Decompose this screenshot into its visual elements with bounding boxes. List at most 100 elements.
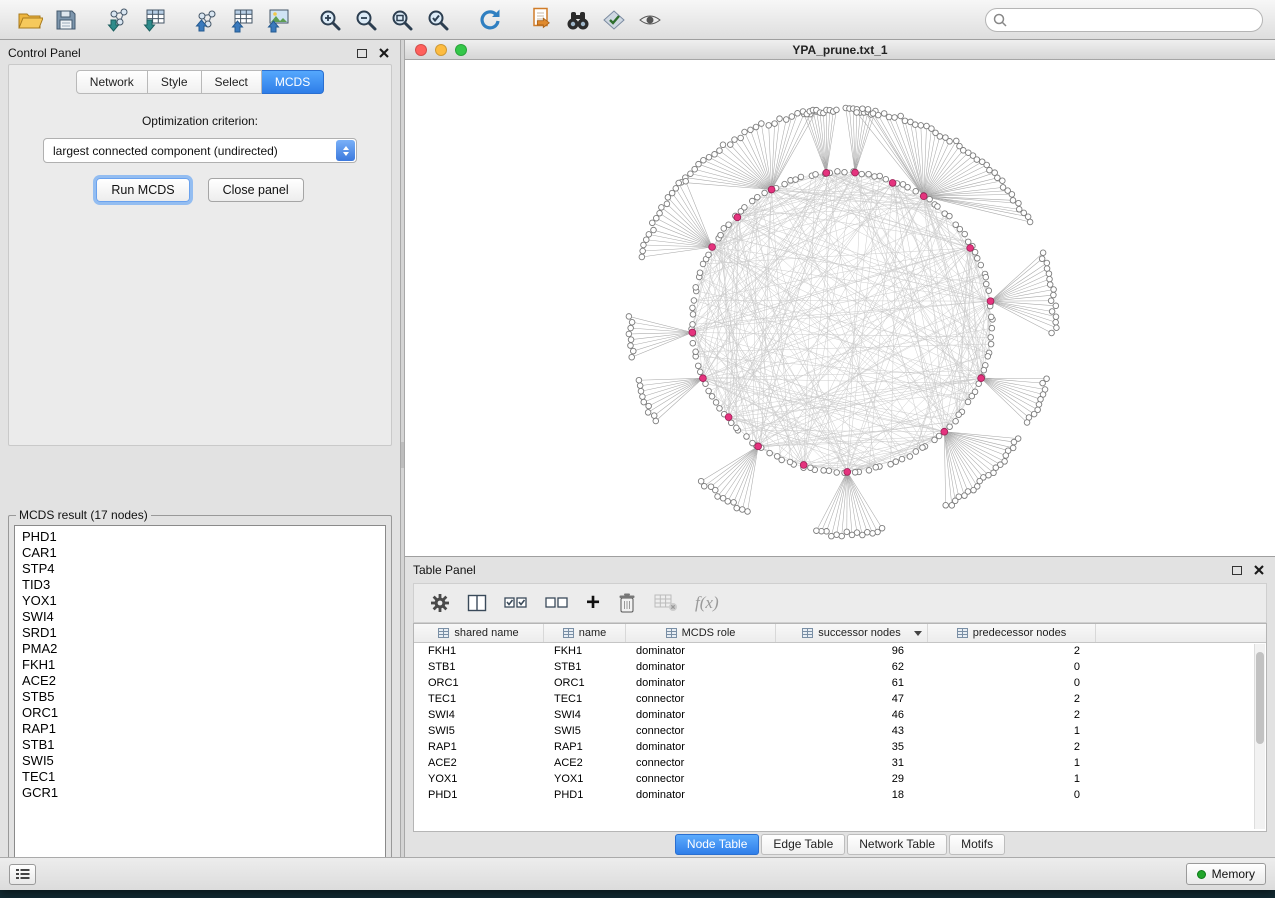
float-table-panel-button[interactable] [1232,566,1242,575]
table-row[interactable]: SWI4SWI4dominator462 [414,707,1266,723]
table-cell: 96 [776,645,928,657]
maximize-window-icon[interactable] [455,44,467,56]
column-label: name [579,627,607,639]
zoom-fit-button[interactable] [385,4,419,36]
zoom-out-button[interactable] [349,4,383,36]
refresh-button[interactable] [473,4,507,36]
open-session-button[interactable] [13,4,47,36]
share-document-icon [528,6,556,34]
panel-menu-button[interactable] [9,864,36,885]
column-header-name[interactable]: name [544,624,626,642]
memory-status-icon [1197,870,1206,879]
tab-network[interactable]: Network [76,70,148,94]
float-panel-button[interactable] [357,49,367,58]
sort-indicator-icon[interactable] [914,631,922,636]
mcds-result-node[interactable]: SRD1 [15,625,385,641]
delete-column-button[interactable] [617,588,637,618]
table-cell: dominator [626,789,776,801]
mcds-result-node[interactable]: CAR1 [15,545,385,561]
column-header-predecessor-nodes[interactable]: predecessor nodes [928,624,1096,642]
split-columns-button[interactable] [467,588,487,618]
table-row[interactable]: PHD1PHD1dominator180 [414,787,1266,803]
column-type-icon [666,628,677,638]
mcds-result-node[interactable]: GCR1 [15,785,385,801]
table-cell: 1 [928,757,1096,769]
apply-style-button[interactable] [597,4,631,36]
import-network-button[interactable] [101,4,135,36]
column-header-shared-name[interactable]: shared name [414,624,544,642]
tab-network-table[interactable]: Network Table [847,834,947,855]
import-table-icon [141,7,167,33]
delete-table-button[interactable] [654,588,678,618]
table-row[interactable]: STB1STB1dominator620 [414,659,1266,675]
table-row[interactable]: TEC1TEC1connector472 [414,691,1266,707]
table-panel-title: Table Panel [413,563,476,577]
table-row[interactable]: ORC1ORC1dominator610 [414,675,1266,691]
tab-mcds[interactable]: MCDS [262,70,324,94]
share-document-button[interactable] [525,4,559,36]
memory-button[interactable]: Memory [1186,863,1266,885]
mcds-result-node[interactable]: STP4 [15,561,385,577]
table-row[interactable]: YOX1YOX1connector291 [414,771,1266,787]
mcds-result-node[interactable]: YOX1 [15,593,385,609]
table-row[interactable]: RAP1RAP1dominator352 [414,739,1266,755]
network-graph[interactable] [405,60,1273,556]
close-panel-button[interactable] [379,48,389,58]
export-table-button[interactable] [225,4,259,36]
splitter-handle[interactable] [401,442,404,468]
table-row[interactable]: FKH1FKH1dominator962 [414,643,1266,659]
export-network-button[interactable] [189,4,223,36]
tab-edge-table[interactable]: Edge Table [761,834,845,855]
save-session-button[interactable] [49,4,83,36]
tab-motifs[interactable]: Motifs [949,834,1005,855]
tab-node-table[interactable]: Node Table [675,834,760,855]
mcds-result-node[interactable]: TEC1 [15,769,385,785]
toolbar-separator [296,0,312,39]
run-mcds-button[interactable]: Run MCDS [96,178,189,202]
close-window-icon[interactable] [415,44,427,56]
zoom-in-button[interactable] [313,4,347,36]
tab-select[interactable]: Select [202,70,262,94]
column-header-successor-nodes[interactable]: successor nodes [776,624,928,642]
function-builder-button[interactable]: f(x) [695,588,719,618]
mcds-result-node[interactable]: PHD1 [15,529,385,545]
select-all-button[interactable] [504,588,528,618]
table-cell: connector [626,725,776,737]
scrollbar-thumb[interactable] [1256,652,1264,744]
mcds-result-node[interactable]: STB1 [15,737,385,753]
mcds-result-node[interactable]: TID3 [15,577,385,593]
table-row[interactable]: ACE2ACE2connector311 [414,755,1266,771]
add-column-button[interactable]: + [586,588,600,618]
show-hide-button[interactable] [633,4,667,36]
export-network-icon [193,7,219,33]
network-canvas[interactable] [405,60,1275,556]
table-settings-button[interactable] [430,588,450,618]
close-mcds-panel-button[interactable]: Close panel [208,178,304,202]
mcds-result-node[interactable]: SWI5 [15,753,385,769]
network-titlebar[interactable]: YPA_prune.txt_1 [405,40,1275,60]
search-input[interactable] [985,8,1263,32]
close-table-panel-button[interactable] [1254,565,1264,575]
import-table-button[interactable] [137,4,171,36]
find-network-button[interactable] [561,4,595,36]
mcds-result-node[interactable]: PMA2 [15,641,385,657]
table-panel-header: Table Panel [413,559,1267,581]
mcds-result-node[interactable]: STB5 [15,689,385,705]
mcds-action-buttons: Run MCDS Close panel [9,178,391,202]
tab-style[interactable]: Style [148,70,202,94]
optimization-criterion-select[interactable]: largest connected component (undirected) [43,138,357,163]
table-scrollbar[interactable] [1254,644,1265,829]
mcds-result-node[interactable]: SWI4 [15,609,385,625]
mcds-result-node[interactable]: RAP1 [15,721,385,737]
mcds-result-node[interactable]: ORC1 [15,705,385,721]
table-row[interactable]: SWI5SWI5connector431 [414,723,1266,739]
deselect-all-button[interactable] [545,588,569,618]
column-header-MCDS-role[interactable]: MCDS role [626,624,776,642]
export-image-button[interactable] [261,4,295,36]
table-cell: TEC1 [414,693,544,705]
zoom-selected-button[interactable] [421,4,455,36]
mcds-result-node[interactable]: FKH1 [15,657,385,673]
minimize-window-icon[interactable] [435,44,447,56]
mcds-result-node[interactable]: ACE2 [15,673,385,689]
export-table-icon [229,7,255,33]
